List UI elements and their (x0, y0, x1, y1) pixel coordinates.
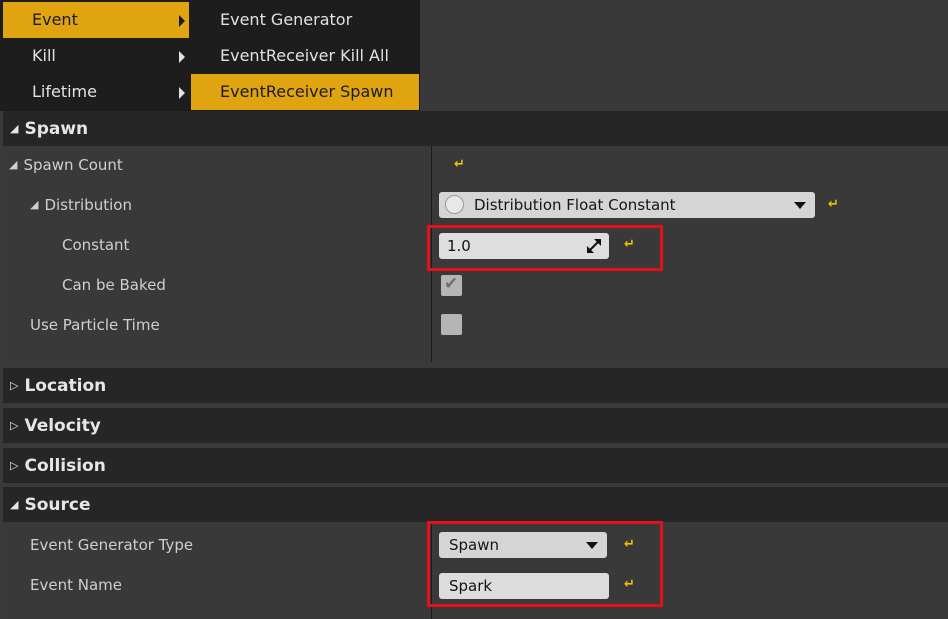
category-title: Source (24, 495, 91, 515)
menu-backdrop (420, 0, 948, 111)
property-label: Distribution (44, 196, 132, 214)
category-header-location[interactable]: ▷ Location (3, 368, 948, 403)
triangle-down-icon: ◢ (10, 122, 19, 135)
distribution-row[interactable]: ◢ Distribution (30, 185, 132, 225)
event-name-label: Event Name (30, 576, 122, 594)
triangle-right-icon: ▷ (10, 459, 19, 472)
can-be-baked-label: Can be Baked (62, 276, 166, 294)
spawn-count-row[interactable]: ◢ Spawn Count (9, 145, 123, 185)
submenu-arrow-icon (179, 51, 185, 63)
constant-label: Constant (62, 236, 130, 254)
submenu-arrow-icon (179, 15, 185, 27)
distribution-type-icon (445, 195, 464, 214)
submenu-item-event-generator[interactable]: Event Generator (191, 2, 419, 38)
triangle-down-icon: ◢ (30, 198, 39, 211)
distribution-dropdown[interactable]: Distribution Float Constant (439, 192, 815, 218)
menu-item-label: Kill (32, 46, 56, 65)
reset-to-default-icon[interactable]: ↵ (827, 198, 840, 211)
property-label: Spawn Count (23, 156, 123, 174)
use-particle-time-checkbox[interactable] (441, 314, 462, 335)
can-be-baked-checkbox[interactable]: ✔ (441, 274, 462, 296)
chevron-down-icon (794, 202, 806, 209)
category-header-velocity[interactable]: ▷ Velocity (3, 408, 948, 443)
submenu-item-label: EventReceiver Spawn (220, 82, 394, 101)
category-header-spawn[interactable]: ◢ Spawn (3, 111, 948, 146)
triangle-down-icon: ◢ (9, 158, 18, 171)
menu-item-lifetime[interactable]: Lifetime (3, 74, 189, 110)
category-title: Spawn (24, 119, 89, 139)
category-title: Location (24, 376, 107, 396)
menu-item-kill[interactable]: Kill (3, 38, 189, 74)
category-title: Collision (24, 456, 106, 476)
use-particle-time-label: Use Particle Time (30, 316, 160, 334)
submenu-item-label: EventReceiver Kill All (220, 46, 389, 65)
submenu-item-eventreceiver-kill-all[interactable]: EventReceiver Kill All (191, 38, 419, 74)
category-header-collision[interactable]: ▷ Collision (3, 448, 948, 483)
menu-item-label: Lifetime (32, 82, 97, 101)
menu-item-label: Event (32, 10, 78, 29)
triangle-right-icon: ▷ (10, 419, 19, 432)
event-generator-type-label: Event Generator Type (30, 536, 194, 554)
submenu-item-eventreceiver-spawn[interactable]: EventReceiver Spawn (191, 74, 419, 110)
checkmark-icon: ✔ (444, 274, 459, 294)
annotation-highlight-box (427, 225, 663, 271)
annotation-highlight-box (427, 521, 663, 607)
triangle-right-icon: ▷ (10, 379, 19, 392)
dropdown-value: Distribution Float Constant (474, 196, 676, 214)
category-title: Velocity (24, 416, 101, 436)
submenu-item-label: Event Generator (220, 10, 353, 29)
triangle-down-icon: ◢ (10, 498, 19, 511)
category-header-source[interactable]: ◢ Source (3, 487, 948, 522)
submenu-arrow-icon (179, 87, 185, 99)
menu-item-event[interactable]: Event (3, 2, 189, 38)
reset-to-default-icon[interactable]: ↵ (453, 158, 466, 171)
